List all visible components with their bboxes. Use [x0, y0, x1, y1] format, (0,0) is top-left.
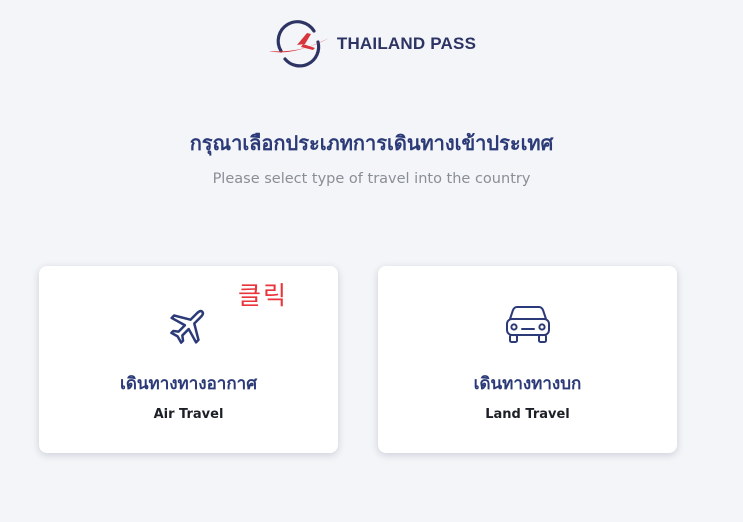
air-travel-card[interactable]: เดินทางทางอากาศ Air Travel — [39, 266, 338, 453]
air-travel-label-thai: เดินทางทางอากาศ — [120, 374, 257, 394]
logo-text: THAILAND PASS — [336, 34, 477, 53]
land-travel-icon-wrap — [378, 302, 677, 348]
car-icon — [505, 306, 550, 343]
land-travel-card[interactable]: เดินทางทางบก Land Travel — [378, 266, 677, 453]
land-travel-label-thai: เดินทางทางบก — [473, 374, 582, 394]
page-title: กรุณาเลือกประเภทการเดินทางเข้าประเทศ — [189, 131, 554, 155]
airplane-icon — [169, 309, 204, 344]
click-annotation: 클릭 — [238, 281, 289, 310]
land-travel-label-english: Land Travel — [485, 407, 570, 422]
air-travel-icon-wrap — [39, 302, 338, 348]
airplane-circle-logo-icon — [268, 20, 329, 68]
page-subtitle: Please select type of travel into the co… — [212, 171, 531, 187]
air-travel-label-english: Air Travel — [153, 407, 224, 422]
header: THAILAND PASS — [0, 18, 743, 70]
logo[interactable]: THAILAND PASS — [267, 18, 476, 70]
